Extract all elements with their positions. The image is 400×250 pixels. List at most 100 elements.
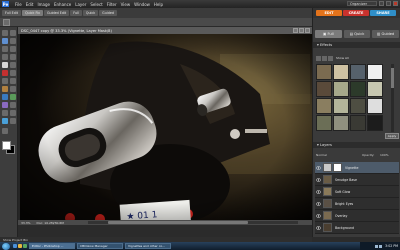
clone-stamp-icon[interactable] [2, 78, 8, 84]
menu-layer[interactable]: Layer [75, 2, 86, 7]
lasso-tool-icon[interactable] [10, 46, 16, 52]
cookie-cutter-icon[interactable] [2, 128, 8, 134]
marquee-tool-icon[interactable] [2, 46, 8, 52]
menu-image[interactable]: Image [37, 2, 50, 7]
effect-thumbnail[interactable] [350, 98, 366, 114]
recompose-tool-icon[interactable] [2, 118, 8, 124]
quick-edit-mode[interactable]: ▤ Quick [343, 30, 371, 38]
effect-thumbnail[interactable] [350, 81, 366, 97]
red-eye-icon[interactable] [2, 70, 8, 76]
effects-scrollbar[interactable] [391, 64, 394, 132]
quick-selection-icon[interactable] [10, 54, 16, 60]
organizer-button[interactable]: Organizer [347, 1, 377, 6]
doc-close-button[interactable] [305, 28, 310, 33]
menu-help[interactable]: Help [154, 2, 163, 7]
create-tab[interactable]: CREATE [343, 10, 369, 16]
effect-thumbnail[interactable] [367, 81, 383, 97]
menu-enhance[interactable]: Enhance [54, 2, 71, 7]
effects-panel-header[interactable]: ▾ Effects [313, 42, 400, 48]
effect-thumbnail[interactable] [316, 98, 332, 114]
eye-icon[interactable] [316, 165, 321, 170]
effect-thumbnail[interactable] [367, 98, 383, 114]
scrollbar-thumb[interactable] [108, 221, 248, 224]
taskbar-vignettes[interactable]: Vignettes and other co... [125, 243, 171, 249]
doc-maximize-button[interactable] [299, 28, 304, 33]
foreground-color-swatch[interactable] [2, 141, 11, 150]
quick-fix-tab[interactable]: Quick Fix [22, 10, 43, 16]
layer-row[interactable]: Vignette [315, 162, 399, 174]
hand-tool-icon[interactable] [2, 38, 8, 44]
effect-thumbnail[interactable] [367, 115, 383, 131]
smudge-tool-icon[interactable] [10, 110, 16, 116]
menu-edit[interactable]: Edit [26, 2, 34, 7]
media-icon[interactable] [23, 244, 27, 248]
volume-icon[interactable] [379, 244, 383, 248]
full-tab[interactable]: Full [70, 10, 82, 16]
healing-brush-icon[interactable] [10, 70, 16, 76]
menu-select[interactable]: Select [90, 2, 102, 7]
magic-wand-icon[interactable] [2, 54, 8, 60]
project-bin-label[interactable]: Show Project Bin [3, 238, 28, 242]
menu-view[interactable]: View [121, 2, 131, 7]
effect-thumbnail[interactable] [316, 64, 332, 80]
ie-icon[interactable] [13, 244, 17, 248]
layer-row[interactable]: Smudge Base [315, 174, 399, 186]
photo-effects-icon[interactable] [328, 56, 333, 61]
effect-thumbnail[interactable] [316, 115, 332, 131]
horizontal-scrollbar[interactable] [88, 221, 298, 224]
guided-edit-mode[interactable]: ▥ Guided [372, 30, 400, 38]
effect-thumbnail[interactable] [316, 81, 332, 97]
layer-row[interactable]: Overlay [315, 210, 399, 222]
eye-icon[interactable] [316, 225, 321, 230]
effect-thumbnail[interactable] [367, 64, 383, 80]
show-all-dropdown[interactable]: Show All [334, 56, 349, 61]
menu-window[interactable]: Window [134, 2, 150, 7]
paint-bucket-icon[interactable] [2, 94, 8, 100]
gradient-tool-icon[interactable] [10, 94, 16, 100]
eye-icon[interactable] [316, 213, 321, 218]
full-edit-tab[interactable]: Full Edit [2, 10, 22, 16]
minimize-button[interactable] [379, 1, 384, 6]
layer-mask-thumbnail[interactable] [333, 163, 342, 172]
guided-edit-tab[interactable]: Guided Edit [43, 10, 70, 16]
layer-row[interactable]: Bright Eyes [315, 198, 399, 210]
brush-tool-icon[interactable] [2, 86, 8, 92]
effect-thumbnail[interactable] [350, 115, 366, 131]
taskbar-photoshop[interactable]: Editor - Photoshop ... [29, 243, 75, 249]
quick-tab[interactable]: Quick [82, 10, 99, 16]
layer-row[interactable]: Background [315, 222, 399, 234]
effect-thumbnail[interactable] [333, 98, 349, 114]
sponge-tool-icon[interactable] [2, 110, 8, 116]
eye-icon[interactable] [316, 189, 321, 194]
straighten-tool-icon[interactable] [10, 118, 16, 124]
shape-tool-icon[interactable] [2, 102, 8, 108]
network-icon[interactable] [375, 244, 379, 248]
start-button[interactable] [2, 242, 10, 250]
type-tool-icon[interactable] [2, 62, 8, 68]
close-button[interactable] [393, 1, 398, 6]
clock[interactable]: 3:02 PM [385, 244, 398, 248]
blur-tool-icon[interactable] [10, 102, 16, 108]
eyedropper-icon[interactable] [10, 38, 16, 44]
maximize-button[interactable] [386, 1, 391, 6]
edit-tab[interactable]: EDIT [316, 10, 342, 16]
doc-minimize-button[interactable] [293, 28, 298, 33]
folder-icon[interactable] [18, 244, 22, 248]
eye-icon[interactable] [316, 177, 321, 182]
effect-thumbnail[interactable] [333, 81, 349, 97]
apply-button[interactable]: Apply [385, 133, 399, 139]
current-tool-icon[interactable] [3, 19, 10, 26]
layer-styles-icon[interactable] [322, 56, 327, 61]
image-canvas[interactable]: ★ 01 1 [20, 34, 312, 220]
zoom-readout[interactable]: 33.3% [21, 221, 31, 225]
taskbar-cbcglow[interactable]: CBCGlow Manager [77, 243, 123, 249]
layer-row[interactable]: Soft Glow [315, 186, 399, 198]
guided-tab[interactable]: Guided [99, 10, 117, 16]
opacity-value[interactable]: 100% [380, 153, 389, 157]
effect-thumbnail[interactable] [350, 64, 366, 80]
share-tab[interactable]: SHARE [370, 10, 396, 16]
pencil-tool-icon[interactable] [10, 86, 16, 92]
blend-mode-select[interactable]: Normal [316, 153, 327, 157]
zoom-tool-icon[interactable] [10, 30, 16, 36]
filters-icon[interactable] [316, 56, 321, 61]
